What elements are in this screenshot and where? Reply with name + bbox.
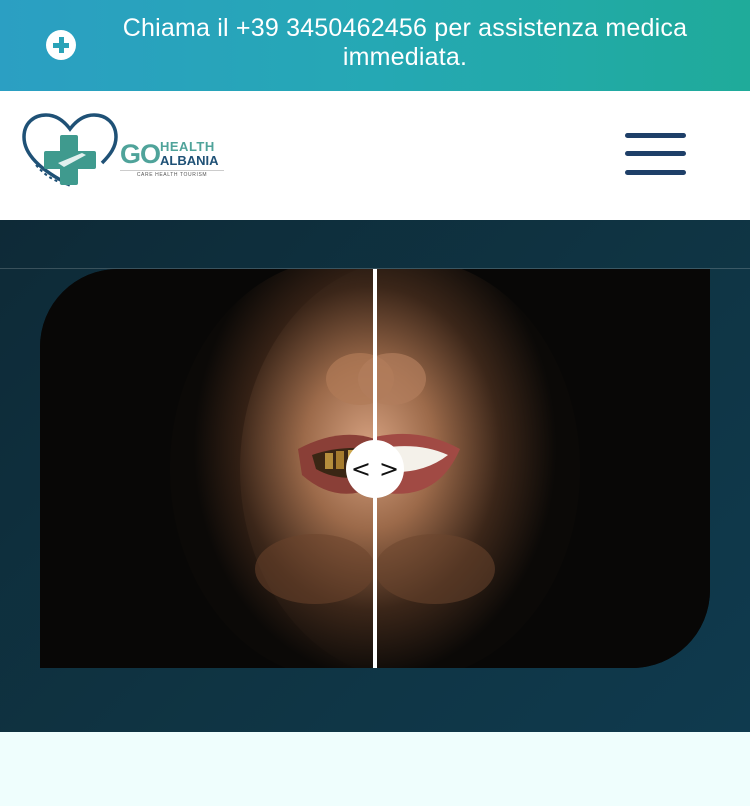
announcement-text[interactable]: Chiama il +39 3450462456 per assistenza …	[88, 14, 722, 72]
next-section	[0, 732, 750, 806]
logo-albania-text: ALBANIA	[160, 153, 219, 168]
hero-section: < >	[0, 220, 750, 732]
chevron-right-icon: >	[379, 455, 400, 483]
logo-go-text: GO	[120, 139, 161, 169]
hamburger-menu-icon[interactable]	[625, 131, 686, 177]
site-logo[interactable]: GO HEALTH ALBANIA CARE HEALTH TOURISM	[22, 113, 232, 193]
before-after-slider[interactable]: < >	[40, 269, 710, 668]
announcement-bar: Chiama il +39 3450462456 per assistenza …	[0, 0, 750, 91]
slider-handle[interactable]: < >	[346, 440, 404, 498]
chevron-left-icon: <	[350, 455, 371, 483]
logo-tagline: CARE HEALTH TOURISM	[120, 170, 224, 178]
plus-circle-icon	[46, 30, 76, 60]
logo-health-text: HEALTH	[160, 139, 215, 154]
